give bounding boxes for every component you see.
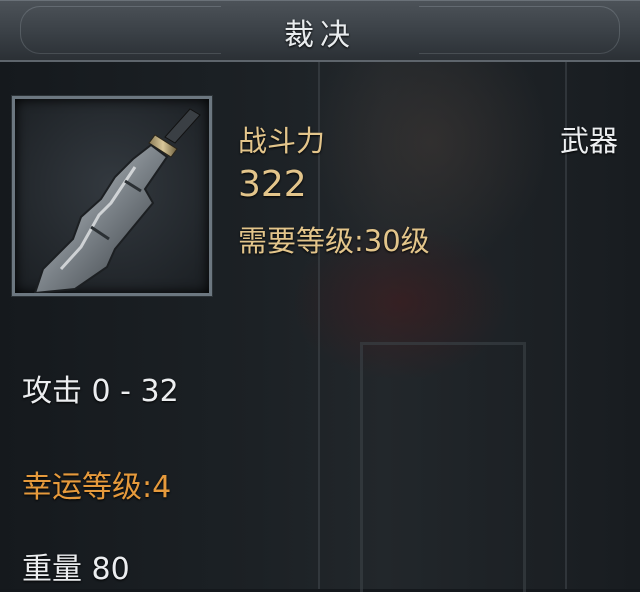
item-type: 武器 — [560, 124, 619, 158]
title-bar: 裁决 — [0, 0, 640, 62]
combat-power-value: 322 — [238, 164, 307, 205]
level-requirement: 需要等级:30级 — [238, 224, 430, 258]
combat-power-label: 战斗力 — [238, 124, 326, 158]
background-door — [360, 342, 526, 592]
attack-stat: 攻击 0 - 32 — [22, 374, 179, 409]
item-icon-slot[interactable] — [12, 96, 212, 296]
sword-icon — [33, 108, 201, 293]
item-name-title: 裁决 — [284, 18, 356, 53]
weight-stat: 重量 80 — [22, 552, 130, 587]
luck-level-stat: 幸运等级:4 — [22, 470, 172, 505]
